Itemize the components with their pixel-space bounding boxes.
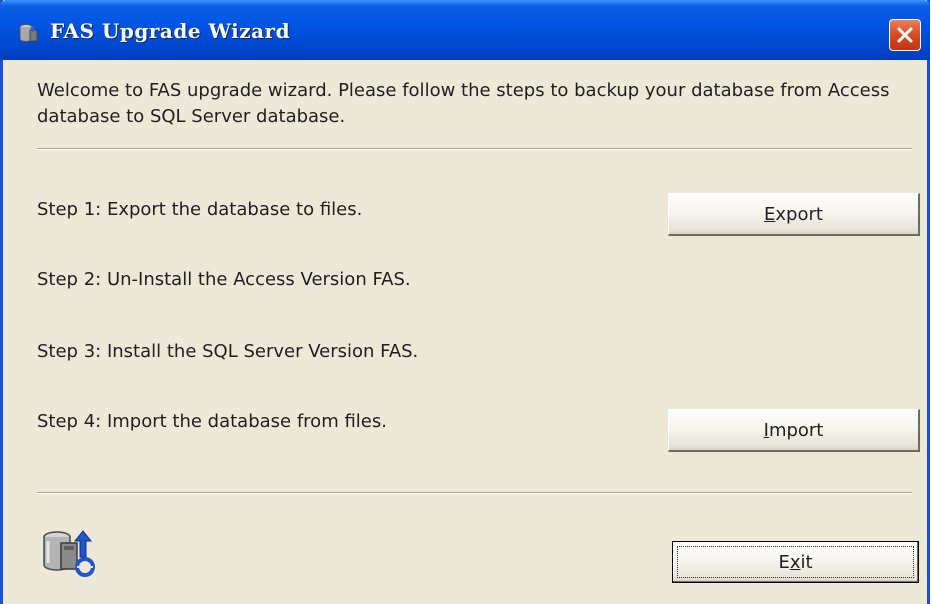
- exit-mnemonic: x: [789, 551, 801, 573]
- window-title: FAS Upgrade Wizard: [50, 19, 291, 43]
- exit-label-rest: it: [800, 551, 813, 573]
- wizard-window: FAS Upgrade Wizard Welcome to FAS upgrad…: [0, 0, 930, 604]
- welcome-text: Welcome to FAS upgrade wizard. Please fo…: [37, 80, 890, 127]
- export-mnemonic: E: [764, 203, 776, 225]
- step-3-label: Step 3: Install the SQL Server Version F…: [37, 341, 419, 362]
- export-button[interactable]: Export: [668, 193, 920, 236]
- close-icon: [897, 27, 913, 43]
- step-4-label: Step 4: Import the database from files.: [37, 411, 387, 432]
- title-bar[interactable]: FAS Upgrade Wizard: [0, 0, 930, 60]
- exit-button[interactable]: Ex it: [672, 541, 919, 583]
- step-2-label: Step 2: Un-Install the Access Version FA…: [37, 269, 411, 290]
- import-button[interactable]: Import: [668, 409, 920, 452]
- top-separator: [37, 148, 912, 150]
- exit-label-pre: E: [778, 551, 790, 573]
- bottom-separator: [37, 492, 912, 494]
- import-label: mport: [768, 419, 824, 441]
- step-1-label: Step 1: Export the database to files.: [37, 199, 363, 220]
- close-button[interactable]: [889, 19, 921, 51]
- database-icon: [19, 24, 38, 42]
- export-label: xport: [775, 203, 823, 225]
- database-upgrade-icon: [43, 530, 95, 577]
